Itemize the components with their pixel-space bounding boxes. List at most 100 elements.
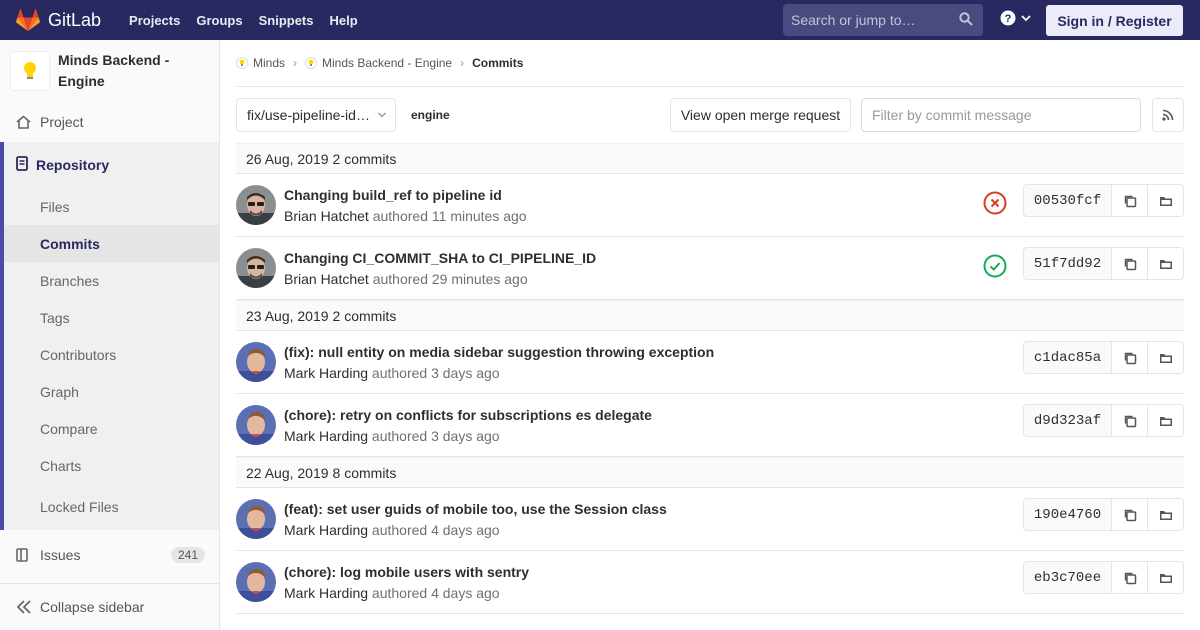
commit-meta: Brian Hatchet authored 29 minutes ago <box>284 271 528 287</box>
search-input[interactable] <box>791 12 951 28</box>
copy-sha-button[interactable] <box>1112 247 1148 280</box>
copy-sha-button[interactable] <box>1112 404 1148 437</box>
browse-files-button[interactable] <box>1148 561 1184 594</box>
avatar[interactable] <box>236 405 276 445</box>
sidebar-item-locked-files[interactable]: Locked Files <box>4 484 219 530</box>
commit-meta: Brian Hatchet authored 11 minutes ago <box>284 208 527 224</box>
commit-row: (feat): set user guids of mobile too, us… <box>236 488 1184 551</box>
commit-sha[interactable]: 00530fcf <box>1023 184 1112 217</box>
commit-title[interactable]: (fix): null entity on media sidebar sugg… <box>284 344 714 360</box>
commit-date: 26 Aug, 2019 <box>246 150 329 167</box>
commit-sha[interactable]: 190e4760 <box>1023 498 1112 531</box>
browse-files-button[interactable] <box>1148 498 1184 531</box>
sidebar-item-label: Project <box>40 114 84 130</box>
avatar[interactable] <box>236 562 276 602</box>
nav-snippets[interactable]: Snippets <box>251 13 322 28</box>
commit-filter-input[interactable] <box>861 98 1141 132</box>
browse-files-button[interactable] <box>1148 184 1184 217</box>
commit-sha[interactable]: 51f7dd92 <box>1023 247 1112 280</box>
sidebar-item-tags[interactable]: Tags <box>4 299 219 336</box>
lightbulb-icon <box>24 62 36 79</box>
project-name: Minds Backend - Engine <box>58 52 170 89</box>
commit-date: 23 Aug, 2019 <box>246 307 329 324</box>
breadcrumb: Minds › Minds Backend - Engine › Commits <box>236 40 1184 87</box>
sidebar-item-contributors[interactable]: Contributors <box>4 336 219 373</box>
commit-title[interactable]: Changing CI_COMMIT_SHA to CI_PIPELINE_ID <box>284 250 596 266</box>
view-merge-request-button[interactable]: View open merge request <box>670 98 851 132</box>
copy-sha-button[interactable] <box>1112 498 1148 531</box>
chevron-down-icon <box>1021 15 1031 22</box>
sidebar-item-compare[interactable]: Compare <box>4 410 219 447</box>
avatar[interactable] <box>236 342 276 382</box>
browse-files-button[interactable] <box>1148 404 1184 437</box>
help-dropdown[interactable]: ? <box>1000 10 1032 26</box>
sidebar-item-repository[interactable]: Repository <box>4 142 219 188</box>
sidebar-item-graph[interactable]: Graph <box>4 373 219 410</box>
gitlab-logo[interactable]: GitLab <box>16 9 101 31</box>
commit-author[interactable]: Mark Harding <box>284 428 368 444</box>
commit-time: 29 minutes ago <box>431 271 528 287</box>
branch-selector[interactable]: fix/use-pipeline-id… <box>236 98 396 132</box>
nav-help[interactable]: Help <box>322 13 366 28</box>
search-box[interactable] <box>783 4 983 36</box>
commit-row: (fix): null entity on media sidebar sugg… <box>236 331 1184 394</box>
commit-author[interactable]: Mark Harding <box>284 365 368 381</box>
commit-sha-group: 190e4760 <box>1023 498 1184 531</box>
nav-groups[interactable]: Groups <box>188 13 250 28</box>
commit-time: 11 minutes ago <box>431 208 527 224</box>
breadcrumb-separator: › <box>460 56 465 70</box>
project-header[interactable]: Minds Backend - Engine <box>0 40 219 102</box>
commit-sha[interactable]: d9d323af <box>1023 404 1112 437</box>
folder-icon <box>1159 573 1172 583</box>
rss-button[interactable] <box>1152 98 1184 132</box>
copy-sha-button[interactable] <box>1112 341 1148 374</box>
main-nav: Projects Groups Snippets Help <box>121 13 366 28</box>
sidebar-item-branches[interactable]: Branches <box>4 262 219 299</box>
copy-icon <box>1124 509 1136 521</box>
commit-title[interactable]: Changing build_ref to pipeline id <box>284 187 502 203</box>
copy-sha-button[interactable] <box>1112 184 1148 217</box>
sidebar-item-files[interactable]: Files <box>4 188 219 225</box>
copy-sha-button[interactable] <box>1112 561 1148 594</box>
avatar[interactable] <box>236 185 276 225</box>
copy-icon <box>1124 195 1136 207</box>
avatar[interactable] <box>236 248 276 288</box>
breadcrumb-current[interactable]: Commits <box>472 56 523 70</box>
sidebar-item-issues[interactable]: Issues 241 <box>0 535 219 575</box>
commit-title[interactable]: (chore): retry on conflicts for subscrip… <box>284 407 652 423</box>
commit-author[interactable]: Brian Hatchet <box>284 271 369 287</box>
pipeline-failed-icon[interactable] <box>983 191 1007 215</box>
browse-files-button[interactable] <box>1148 247 1184 280</box>
sidebar-item-commits[interactable]: Commits <box>4 225 219 262</box>
path-link[interactable]: engine <box>411 108 450 122</box>
commit-author[interactable]: Mark Harding <box>284 522 368 538</box>
commit-title[interactable]: (feat): set user guids of mobile too, us… <box>284 501 667 517</box>
commit-time: 3 days ago <box>431 428 500 444</box>
copy-icon <box>1124 572 1136 584</box>
commit-sha[interactable]: eb3c70ee <box>1023 561 1112 594</box>
breadcrumb-group-label: Minds <box>253 56 286 70</box>
sidebar-item-project[interactable]: Project <box>0 102 219 142</box>
rss-icon <box>1162 109 1174 121</box>
commit-verb: authored <box>368 585 432 601</box>
copy-icon <box>1124 352 1136 364</box>
pipeline-passed-icon[interactable] <box>983 254 1007 278</box>
breadcrumb-project[interactable]: Minds Backend - Engine <box>305 56 452 70</box>
repository-section: Repository Files Commits Branches Tags C… <box>0 142 219 530</box>
signin-button[interactable]: Sign in / Register <box>1046 5 1183 36</box>
commit-meta: Mark Harding authored 4 days ago <box>284 585 500 601</box>
collapse-sidebar-button[interactable]: Collapse sidebar <box>0 583 219 630</box>
commit-author[interactable]: Mark Harding <box>284 585 368 601</box>
sidebar-item-charts[interactable]: Charts <box>4 447 219 484</box>
copy-icon <box>1124 415 1136 427</box>
avatar[interactable] <box>236 499 276 539</box>
commit-author[interactable]: Brian Hatchet <box>284 208 369 224</box>
sidebar-item-label: Issues <box>40 547 81 563</box>
breadcrumb-group[interactable]: Minds <box>236 56 285 70</box>
nav-projects[interactable]: Projects <box>121 13 188 28</box>
commit-title[interactable]: (chore): log mobile users with sentry <box>284 564 529 580</box>
browse-files-button[interactable] <box>1148 341 1184 374</box>
commit-day-header: 23 Aug, 2019 2 commits <box>236 300 1184 331</box>
commit-sha[interactable]: c1dac85a <box>1023 341 1112 374</box>
folder-icon <box>1159 196 1172 206</box>
